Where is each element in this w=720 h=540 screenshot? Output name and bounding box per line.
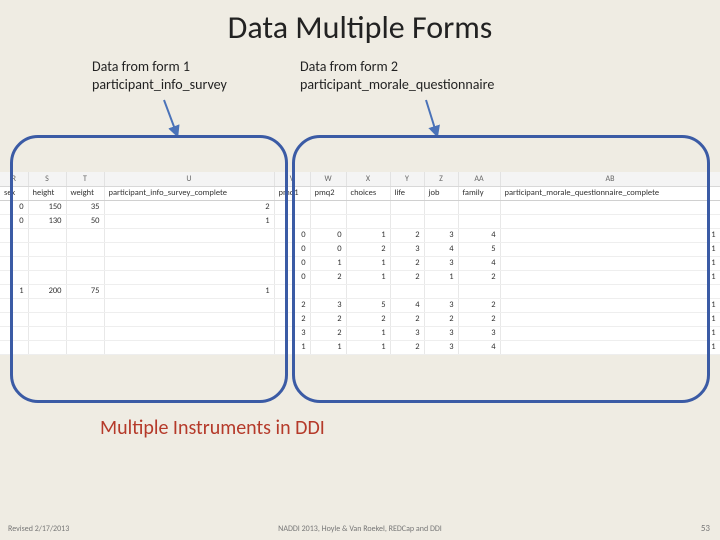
- page-number: 53: [701, 523, 710, 534]
- form2-label: Data from form 2 participant_morale_ques…: [300, 58, 494, 93]
- arrow-icon: [158, 98, 188, 138]
- form1-line1: Data from form 1: [92, 58, 227, 76]
- form2-line1: Data from form 2: [300, 58, 494, 76]
- page-title: Data Multiple Forms: [0, 0, 720, 47]
- form1-line2: participant_info_survey: [92, 76, 227, 94]
- arrow-icon: [420, 98, 450, 138]
- subtitle: Multiple Instruments in DDI: [100, 416, 325, 440]
- footer-citation: NADDI 2013, Hoyle & Van Roekel, REDCap a…: [0, 524, 720, 534]
- form2-highlight-bubble: [292, 135, 710, 403]
- form2-line2: participant_morale_questionnaire: [300, 76, 494, 94]
- form1-highlight-bubble: [10, 135, 288, 403]
- form1-label: Data from form 1 participant_info_survey: [92, 58, 227, 93]
